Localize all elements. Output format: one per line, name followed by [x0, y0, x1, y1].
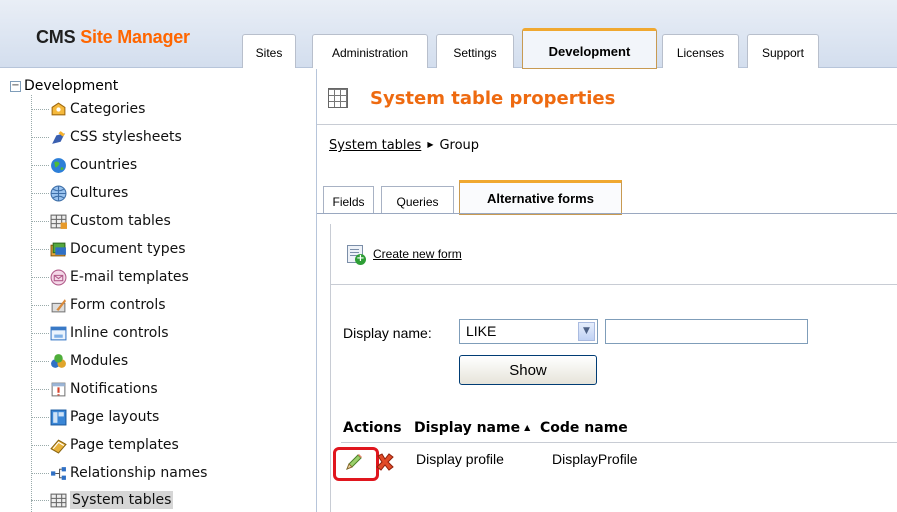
breadcrumb-current: Group [439, 138, 480, 153]
tree-item-label: Custom tables [70, 213, 171, 229]
tree-item-countries[interactable]: Countries [31, 153, 137, 177]
relationship-icon [51, 466, 66, 480]
logo-cms: CMS [36, 27, 76, 47]
column-header-display-name[interactable]: Display name ▲ [414, 420, 530, 436]
tree-item-relationship-names[interactable]: Relationship names [31, 461, 207, 485]
tree-item-custom-tables[interactable]: Custom tables [31, 209, 171, 233]
column-header-actions: Actions [343, 420, 402, 436]
tree-item-label: Modules [70, 353, 129, 369]
panel-splitter[interactable] [316, 69, 317, 512]
filter-operator-value: LIKE [466, 323, 497, 339]
breadcrumb-arrow-icon: ▶ [427, 140, 434, 149]
tree-item-label: Document types [70, 241, 186, 257]
tree-item-label: Form controls [70, 297, 166, 313]
show-button[interactable]: Show [459, 355, 597, 385]
tree-item-label: Notifications [70, 381, 158, 397]
tree-item-label: E-mail templates [70, 269, 189, 285]
divider [331, 284, 897, 285]
tree-item-page-layouts[interactable]: Page layouts [31, 405, 159, 429]
tree-root-label: Development [24, 78, 119, 94]
tree-item-label: System tables [70, 491, 174, 509]
display-name-filter-label: Display name: [343, 325, 432, 341]
inline-controls-icon [50, 326, 67, 340]
table-icon [328, 88, 348, 108]
tree-item-label: Page layouts [70, 409, 160, 425]
notifications-icon [51, 382, 66, 396]
tab-administration[interactable]: Administration [312, 34, 428, 68]
tree-item-notifications[interactable]: Notifications [31, 377, 158, 401]
page-layouts-icon [50, 409, 67, 425]
css-stylesheets-icon [52, 130, 65, 144]
tab-fields[interactable]: Fields [323, 186, 374, 214]
tree-item-label: Cultures [70, 185, 129, 201]
tree-item-document-types[interactable]: Document types [31, 237, 186, 261]
display-name-filter-input[interactable] [605, 319, 808, 344]
app-logo: CMS Site Manager [36, 27, 190, 48]
modules-icon [51, 353, 66, 368]
tab-queries[interactable]: Queries [381, 186, 454, 214]
column-header-display-name-label: Display name [414, 420, 521, 436]
divider [317, 124, 897, 125]
page-header: System table properties [317, 69, 897, 125]
page-title: System table properties [370, 88, 616, 109]
edit-pencil-icon[interactable] [344, 452, 364, 472]
tree-item-modules[interactable]: Modules [31, 349, 128, 373]
email-icon [50, 269, 67, 285]
collapse-icon[interactable]: − [10, 80, 21, 92]
tab-sites[interactable]: Sites [242, 34, 296, 68]
grid-header: Actions Display name ▲ Code name [341, 417, 897, 443]
tree-item-label: Countries [70, 157, 138, 173]
cell-display-name: Display profile [416, 451, 504, 467]
filter-operator-select[interactable]: LIKE ▼ [459, 319, 598, 344]
breadcrumb: System tables ▶ Group [329, 138, 479, 153]
tree-item-css-stylesheets[interactable]: CSS stylesheets [31, 125, 182, 149]
custom-tables-icon [50, 214, 67, 229]
chevron-down-icon[interactable]: ▼ [578, 322, 595, 341]
system-tables-icon [50, 493, 67, 507]
page-templates-icon [50, 439, 67, 454]
tab-settings[interactable]: Settings [436, 34, 514, 68]
logo-site-manager: Site Manager [80, 27, 190, 47]
tab-alternative-forms[interactable]: Alternative forms [459, 180, 622, 215]
sub-tabs: Fields Queries Alternative forms [317, 180, 897, 215]
tree-item-label: Inline controls [70, 325, 169, 341]
sort-ascending-icon: ▲ [524, 423, 531, 432]
tree-item-label: CSS stylesheets [70, 129, 182, 145]
tree-item-system-tables[interactable]: System tables [31, 488, 174, 512]
tree-item-label: Categories [70, 101, 146, 117]
tab-support[interactable]: Support [747, 34, 819, 68]
column-header-code-name[interactable]: Code name [540, 420, 628, 436]
tree-item-label: Relationship names [70, 465, 208, 481]
tab-licenses[interactable]: Licenses [662, 34, 739, 68]
subtabs-baseline [317, 213, 897, 214]
create-new-form-link[interactable]: + Create new form [347, 245, 462, 265]
navigation-tree: − Development Categories CSS stylesheets… [0, 69, 316, 512]
tree-item-email-templates[interactable]: E-mail templates [31, 265, 189, 289]
tab-development[interactable]: Development [522, 28, 657, 69]
tree-item-page-templates[interactable]: Page templates [31, 433, 179, 457]
form-controls-icon [51, 298, 66, 312]
categories-icon [51, 101, 66, 115]
breadcrumb-link-system-tables[interactable]: System tables [329, 138, 421, 153]
create-new-form-label: Create new form [373, 247, 462, 261]
cell-code-name: DisplayProfile [552, 451, 638, 467]
delete-icon[interactable] [374, 451, 396, 473]
tree-item-categories[interactable]: Categories [31, 97, 145, 121]
tree-item-inline-controls[interactable]: Inline controls [31, 321, 169, 345]
header-bar: CMS Site Manager Sites Administration Se… [0, 0, 897, 69]
tree-item-form-controls[interactable]: Form controls [31, 293, 166, 317]
tree-root-development[interactable]: − Development [10, 77, 118, 95]
document-types-icon [50, 242, 66, 256]
new-form-icon: + [347, 245, 366, 265]
globe-icon [51, 157, 66, 173]
tree-item-label: Page templates [70, 437, 179, 453]
cultures-icon [50, 185, 67, 201]
tree-item-cultures[interactable]: Cultures [31, 181, 128, 205]
